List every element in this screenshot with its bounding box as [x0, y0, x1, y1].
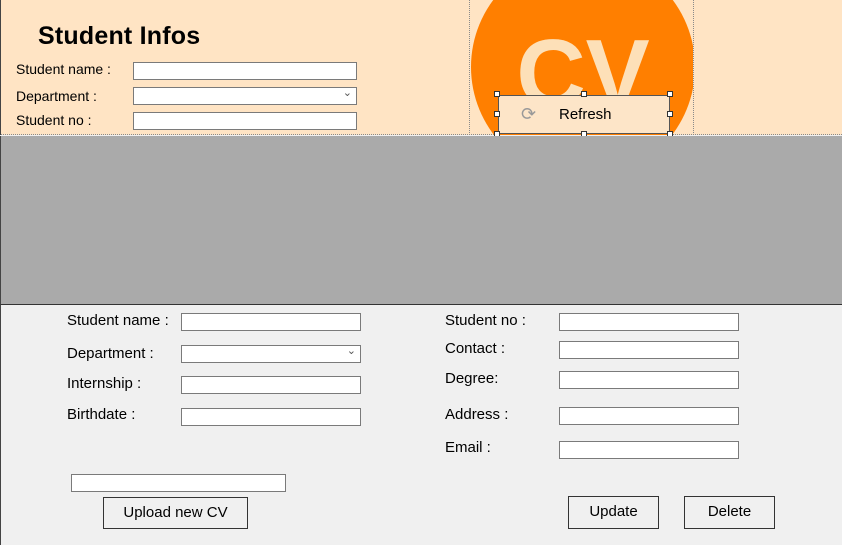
chevron-down-icon: ⌄ — [342, 87, 352, 99]
resize-handle-w[interactable] — [494, 111, 500, 117]
top-student-no-input[interactable] — [133, 112, 357, 130]
internship-input[interactable] — [181, 376, 361, 394]
refresh-icon: ⟳ — [521, 104, 537, 124]
resize-handle-n[interactable] — [581, 91, 587, 97]
top-department-label: Department : — [16, 88, 97, 104]
resize-handle-nw[interactable] — [494, 91, 500, 97]
address-label: Address : — [445, 406, 509, 423]
cv-path-input[interactable] — [71, 474, 286, 492]
department-label: Department : — [67, 345, 154, 362]
birthdate-label: Birthdate : — [67, 406, 136, 423]
update-button[interactable]: Update — [568, 496, 659, 529]
top-department-combobox[interactable]: ⌄ — [133, 87, 357, 105]
department-combobox[interactable]: ⌄ — [181, 345, 361, 363]
birthdate-input[interactable] — [181, 408, 361, 426]
address-input[interactable] — [559, 407, 739, 425]
email-label: Email : — [445, 439, 491, 456]
chevron-down-icon: ⌄ — [346, 345, 356, 357]
student-no-input[interactable] — [559, 313, 739, 331]
email-input[interactable] — [559, 441, 739, 459]
internship-label: Internship : — [67, 375, 142, 392]
resize-handle-ne[interactable] — [667, 91, 673, 97]
contact-label: Contact : — [445, 340, 506, 357]
panel-title: Student Infos — [38, 22, 201, 50]
top-student-no-label: Student no : — [16, 112, 92, 128]
resize-handle-e[interactable] — [667, 111, 673, 117]
delete-button[interactable]: Delete — [684, 496, 775, 529]
refresh-button-label: Refresh — [559, 106, 612, 123]
top-student-name-label: Student name : — [16, 61, 111, 77]
student-no-label: Student no : — [445, 312, 526, 329]
contact-input[interactable] — [559, 341, 739, 359]
refresh-button[interactable]: ⟳ Refresh — [498, 95, 670, 134]
student-name-label: Student name : — [67, 312, 169, 329]
student-name-input[interactable] — [181, 313, 361, 331]
student-info-panel — [0, 0, 842, 135]
students-data-grid[interactable] — [0, 136, 842, 305]
upload-cv-button[interactable]: Upload new CV — [103, 497, 248, 529]
degree-label: Degree: — [445, 370, 499, 387]
window-left-border — [0, 305, 1, 545]
top-student-name-input[interactable] — [133, 62, 357, 80]
degree-input[interactable] — [559, 371, 739, 389]
